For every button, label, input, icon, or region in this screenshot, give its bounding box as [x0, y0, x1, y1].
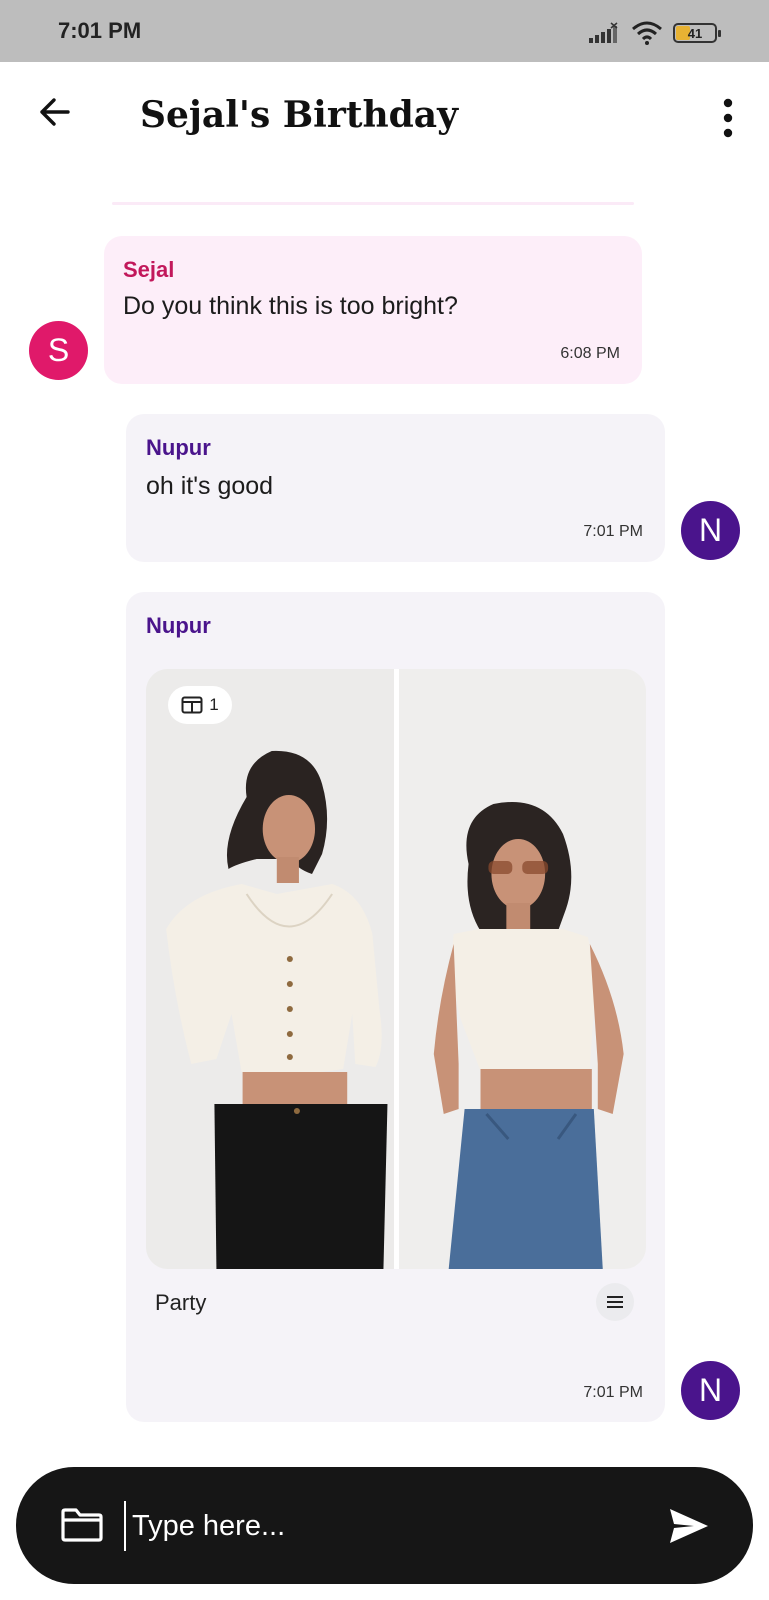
message-bubble-incoming[interactable]: Sejal Do you think this is too bright? 6…	[104, 236, 642, 384]
card-label: Party	[155, 1290, 207, 1315]
badge-count: 1	[209, 695, 219, 714]
sender-name: Nupur	[146, 613, 211, 638]
sender-name: Nupur	[146, 435, 211, 460]
outfit-photo-right[interactable]	[398, 669, 646, 1269]
message-input[interactable]	[124, 1501, 632, 1551]
layout-icon	[181, 696, 203, 714]
sender-name: Sejal	[123, 257, 175, 282]
avatar[interactable]: N	[681, 501, 740, 560]
outfit-image-card[interactable]: 1	[146, 669, 646, 1269]
message-bubble-outgoing[interactable]: Nupur oh it's good 7:01 PM	[126, 414, 665, 562]
message-time: 7:01 PM	[583, 1384, 643, 1401]
battery-icon: 41	[673, 23, 721, 43]
status-icons: 41	[587, 20, 721, 46]
collage-count-badge: 1	[168, 686, 232, 724]
message-time: 7:01 PM	[583, 523, 643, 540]
page-title: Sejal's Birthday	[140, 94, 459, 136]
message-composer	[16, 1467, 753, 1584]
message-text: Do you think this is too bright?	[123, 292, 458, 320]
message-time: 6:08 PM	[560, 345, 620, 362]
wifi-icon	[632, 21, 662, 45]
avatar[interactable]: N	[681, 1361, 740, 1420]
more-vert-icon[interactable]	[721, 98, 735, 138]
previous-message-edge	[112, 202, 634, 205]
signal-icon	[589, 22, 618, 43]
avatar[interactable]: S	[29, 321, 88, 380]
folder-icon[interactable]	[60, 1507, 104, 1543]
menu-icon	[607, 1296, 623, 1308]
status-time: 7:01 PM	[58, 18, 142, 43]
back-arrow-icon[interactable]	[34, 92, 74, 132]
status-bar: 7:01 PM 41	[0, 0, 769, 62]
outfit-photo-left[interactable]	[146, 669, 394, 1269]
card-menu-button[interactable]	[596, 1283, 634, 1321]
send-icon[interactable]	[668, 1507, 710, 1545]
app-bar: Sejal's Birthday	[0, 62, 769, 174]
message-text: oh it's good	[146, 472, 274, 500]
battery-percent: 41	[687, 25, 703, 41]
